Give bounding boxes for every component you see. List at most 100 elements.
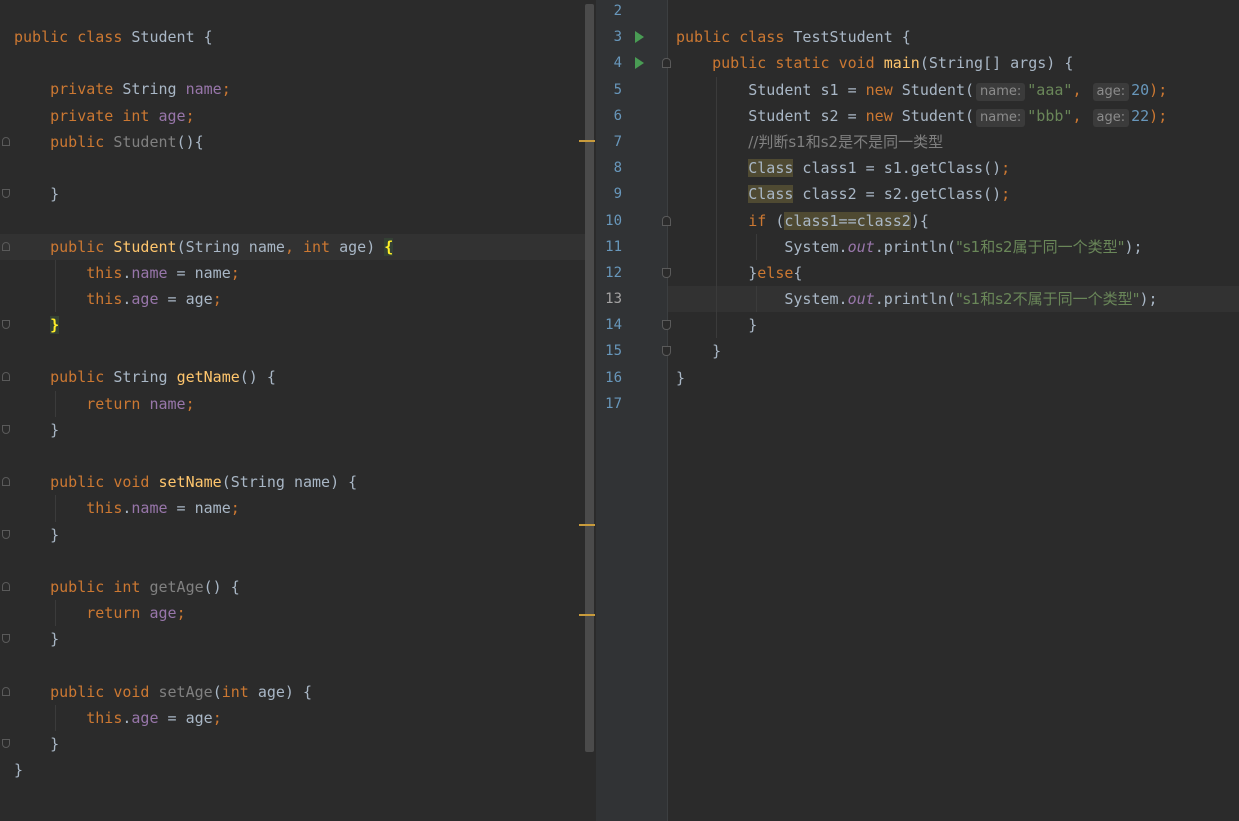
- editor-pane-student[interactable]: public class Student { private String na…: [0, 0, 596, 821]
- line-number: 7: [613, 133, 622, 150]
- code-token: int: [303, 237, 331, 256]
- code-line[interactable]: Student s2 = new Student(name: "bbb", age…: [668, 102, 1239, 129]
- code-line[interactable]: [0, 338, 586, 364]
- code-line[interactable]: [0, 50, 586, 76]
- vertical-scrollbar[interactable]: [585, 4, 594, 752]
- code-line[interactable]: }else{: [668, 259, 1239, 287]
- code-line[interactable]: [668, 391, 1239, 417]
- code-line[interactable]: Class class1 = s1.getClass();: [668, 155, 1239, 182]
- warning-stripe-marker[interactable]: [579, 140, 595, 142]
- fold-marker-icon[interactable]: [2, 241, 10, 251]
- fold-marker-icon[interactable]: [2, 634, 10, 644]
- code-line[interactable]: Class class2 = s2.getClass();: [668, 181, 1239, 208]
- code-token: (String name) {: [221, 473, 358, 492]
- run-gutter-icon[interactable]: [635, 31, 644, 44]
- code-line[interactable]: }: [0, 731, 586, 757]
- code-line[interactable]: public int getAge() {: [0, 574, 586, 600]
- editor-pane-teststudent[interactable]: 2 3 4 5 6 7 8 9 10 11 12 13 14 15 16 17 …: [596, 0, 1239, 821]
- warning-stripe-marker[interactable]: [579, 614, 595, 616]
- code-token: setName: [158, 473, 222, 492]
- code-area[interactable]: public class Student { private String na…: [0, 24, 586, 783]
- code-line[interactable]: }: [668, 365, 1239, 391]
- code-token: (: [212, 682, 222, 701]
- code-line[interactable]: if (class1==class2){: [668, 207, 1239, 234]
- gutter-line: 5: [596, 77, 668, 103]
- fold-marker-icon[interactable]: [2, 424, 10, 434]
- code-line[interactable]: public class TestStudent {: [668, 24, 1239, 50]
- code-line[interactable]: }: [0, 417, 586, 443]
- code-line[interactable]: public class Student {: [0, 24, 586, 50]
- line-number-gutter[interactable]: 2 3 4 5 6 7 8 9 10 11 12 13 14 15 16 17: [596, 0, 671, 821]
- gutter-line: 15: [596, 338, 671, 364]
- code-line[interactable]: }: [668, 338, 1239, 364]
- code-line[interactable]: private String name;: [0, 76, 586, 102]
- code-line[interactable]: private int age;: [0, 103, 586, 129]
- code-area[interactable]: public class TestStudent { public static…: [668, 0, 1239, 417]
- code-line[interactable]: public Student(){: [0, 129, 586, 155]
- code-token: .println(: [874, 237, 956, 256]
- code-token: );: [1149, 80, 1168, 99]
- code-line[interactable]: public void setName(String name) {: [0, 469, 586, 495]
- code-line[interactable]: }: [0, 312, 586, 338]
- code-line[interactable]: this.name = name;: [0, 259, 586, 286]
- code-line-current[interactable]: System.out.println("s1和s2不属于同一个类型");: [668, 286, 1239, 313]
- fold-marker-icon[interactable]: [2, 739, 10, 749]
- code-token: new: [865, 106, 893, 125]
- code-line[interactable]: this.name = name;: [0, 495, 586, 522]
- fold-marker-icon[interactable]: [2, 529, 10, 539]
- fold-marker-icon[interactable]: [2, 320, 10, 330]
- code-line[interactable]: [668, 0, 1239, 24]
- indent-guide: [716, 312, 717, 339]
- code-token: public: [50, 682, 105, 701]
- code-token: ;: [212, 289, 222, 308]
- line-number: 9: [613, 186, 622, 203]
- code-line[interactable]: }: [0, 522, 586, 548]
- code-line[interactable]: [0, 155, 586, 181]
- fold-marker-icon[interactable]: [2, 686, 10, 696]
- fold-marker-icon[interactable]: [2, 581, 10, 591]
- code-token: System.: [676, 290, 848, 309]
- code-line[interactable]: this.age = age;: [0, 285, 586, 313]
- gutter-line: 10: [596, 208, 671, 234]
- code-token: () {: [239, 368, 276, 387]
- code-line[interactable]: }: [0, 757, 586, 783]
- code-token: public: [50, 237, 105, 256]
- code-line[interactable]: return age;: [0, 600, 586, 627]
- code-line[interactable]: System.out.println("s1和s2属于同一个类型");: [668, 233, 1239, 260]
- code-line[interactable]: Student s1 = new Student(name: "aaa", age…: [668, 76, 1239, 103]
- parameter-hint: age:: [1092, 108, 1130, 127]
- code-line[interactable]: [0, 653, 586, 679]
- fold-marker-icon[interactable]: [2, 477, 10, 487]
- code-line[interactable]: public static void main(String[] args) {: [668, 50, 1239, 76]
- warning-stripe-marker[interactable]: [579, 524, 595, 526]
- code-token: ;: [230, 499, 240, 518]
- code-line[interactable]: [0, 548, 586, 574]
- code-line[interactable]: this.age = age;: [0, 704, 586, 732]
- code-token: }: [676, 342, 722, 361]
- code-line[interactable]: public String getName() {: [0, 364, 586, 390]
- code-line[interactable]: }: [668, 312, 1239, 339]
- code-token: age) {: [248, 682, 313, 701]
- run-gutter-icon[interactable]: [635, 57, 644, 70]
- fold-marker-icon[interactable]: [2, 136, 10, 146]
- gutter-line: 4: [596, 50, 671, 76]
- code-token: return: [86, 394, 141, 413]
- code-line-current[interactable]: public Student(String name, int age) {: [0, 233, 586, 260]
- code-line[interactable]: return name;: [0, 390, 586, 417]
- line-number: 3: [613, 29, 622, 46]
- code-line[interactable]: [0, 443, 586, 469]
- code-line[interactable]: }: [0, 626, 586, 652]
- code-line[interactable]: [0, 207, 586, 233]
- code-token: class2 = s2.getClass(): [793, 185, 1002, 204]
- code-line[interactable]: //判断s1和s2是不是同一类型: [668, 128, 1239, 156]
- code-token: Student(: [892, 106, 975, 125]
- code-line[interactable]: public void setAge(int age) {: [0, 679, 586, 705]
- fold-marker-icon[interactable]: [2, 372, 10, 382]
- fold-marker-icon[interactable]: [2, 189, 10, 199]
- code-line[interactable]: }: [0, 181, 586, 207]
